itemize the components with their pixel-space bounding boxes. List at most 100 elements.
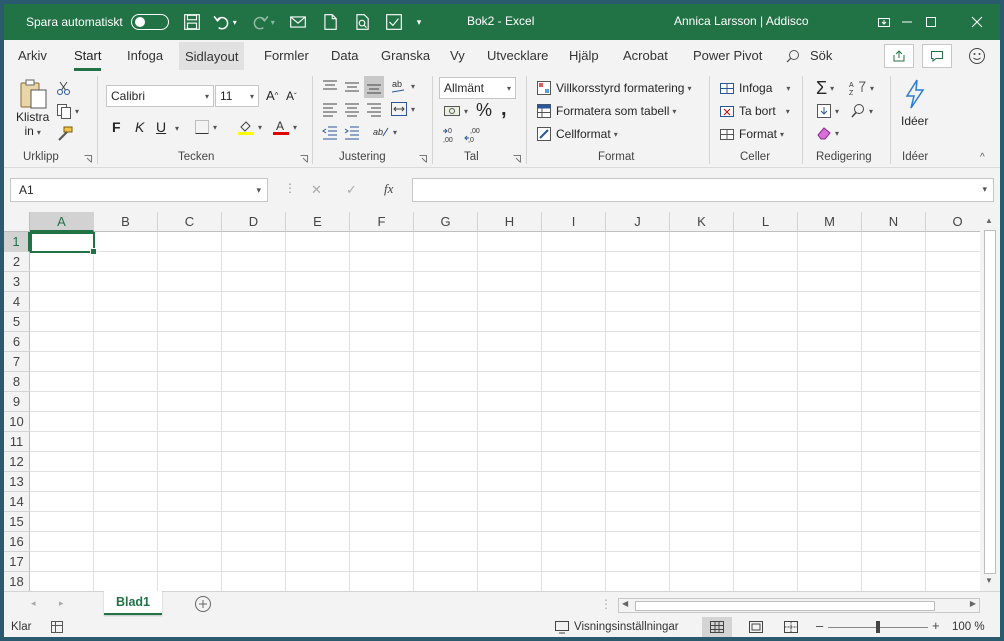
zoom-in-icon[interactable]: +: [932, 618, 940, 633]
column-header[interactable]: M: [798, 212, 862, 232]
scroll-left-icon[interactable]: ◀: [622, 599, 628, 608]
print-preview-icon[interactable]: [353, 13, 371, 31]
column-header[interactable]: A: [30, 212, 94, 232]
autosave-toggle[interactable]: [130, 14, 169, 30]
align-center-icon[interactable]: [344, 103, 360, 117]
feedback-smiley-icon[interactable]: [968, 47, 986, 68]
horizontal-scrollbar[interactable]: ◀ ▶: [618, 598, 980, 613]
scroll-right-icon[interactable]: ▶: [970, 599, 976, 608]
paste-button[interactable]: Klistra in ▾: [16, 78, 49, 138]
fill-icon[interactable]: ▾: [816, 103, 839, 119]
row-header[interactable]: 10: [4, 412, 30, 432]
name-box[interactable]: A1 ▾: [10, 178, 268, 202]
select-all-corner[interactable]: [4, 212, 30, 232]
row-header[interactable]: 8: [4, 372, 30, 392]
row-header[interactable]: 18: [4, 572, 30, 591]
align-right-icon[interactable]: [366, 103, 382, 117]
row-header[interactable]: 2: [4, 252, 30, 272]
sheet-next-icon[interactable]: ▸: [59, 598, 64, 609]
column-header[interactable]: O: [926, 212, 980, 232]
align-middle-icon[interactable]: [344, 80, 360, 94]
row-header[interactable]: 17: [4, 552, 30, 572]
column-header[interactable]: B: [94, 212, 158, 232]
copy-icon[interactable]: ▾: [56, 103, 79, 119]
save-icon[interactable]: [183, 13, 201, 31]
row-header[interactable]: 16: [4, 532, 30, 552]
row-header[interactable]: 5: [4, 312, 30, 332]
increase-font-icon[interactable]: A ^: [266, 88, 278, 103]
row-header[interactable]: 12: [4, 452, 30, 472]
row-header[interactable]: 1: [4, 232, 30, 252]
new-document-icon[interactable]: [321, 13, 339, 31]
insert-function-icon[interactable]: fx: [384, 181, 393, 197]
text-orientation-icon[interactable]: ab ▾: [390, 77, 415, 95]
row-header[interactable]: 15: [4, 512, 30, 532]
wrap-text-icon[interactable]: ab ▾: [372, 124, 397, 140]
increase-indent-icon[interactable]: [344, 126, 360, 140]
tab-split-grip-icon[interactable]: ⋮: [600, 597, 612, 611]
align-left-icon[interactable]: [322, 103, 338, 117]
collapse-ribbon-icon[interactable]: ^: [980, 152, 985, 163]
tab-granska[interactable]: Granska: [381, 48, 430, 63]
enter-icon[interactable]: ✓: [346, 182, 357, 198]
font-name-select[interactable]: Calibri ▾: [106, 85, 214, 107]
spelling-icon[interactable]: [385, 13, 403, 31]
insert-cells-button[interactable]: Infoga ▾: [719, 80, 790, 96]
redo-icon[interactable]: [251, 13, 269, 31]
column-header[interactable]: E: [286, 212, 350, 232]
page-break-view-icon[interactable]: [784, 621, 798, 636]
increase-decimal-icon[interactable]: 0,00: [442, 126, 462, 144]
tab-utvecklare[interactable]: Utvecklare: [487, 48, 548, 63]
clipboard-launcher-icon[interactable]: [84, 155, 92, 163]
accounting-format-icon[interactable]: ▾: [443, 103, 468, 119]
conditional-formatting-button[interactable]: Villkorsstyrd formatering ▾: [536, 80, 692, 96]
column-header[interactable]: K: [670, 212, 734, 232]
merge-center-icon[interactable]: ▾: [390, 101, 415, 117]
decrease-font-icon[interactable]: Aˇ: [286, 89, 297, 103]
zoom-out-icon[interactable]: –: [816, 618, 823, 633]
tab-power-pivot[interactable]: Power Pivot: [693, 48, 762, 63]
cell-mode-icon[interactable]: [50, 620, 64, 637]
column-header[interactable]: F: [350, 212, 414, 232]
underline-dropdown-icon[interactable]: ▾: [175, 124, 179, 133]
row-header[interactable]: 6: [4, 332, 30, 352]
fill-color-icon[interactable]: ▾: [237, 118, 262, 136]
row-header[interactable]: 14: [4, 492, 30, 512]
alignment-launcher-icon[interactable]: [419, 155, 427, 163]
row-header[interactable]: 9: [4, 392, 30, 412]
tab-sidlayout[interactable]: Sidlayout: [179, 42, 245, 70]
row-header[interactable]: 3: [4, 272, 30, 292]
autosum-icon[interactable]: Σ ▾: [816, 78, 834, 99]
tab-data[interactable]: Data: [331, 48, 358, 63]
bold-button[interactable]: F: [112, 119, 121, 135]
column-header[interactable]: C: [158, 212, 222, 232]
horizontal-scroll-thumb[interactable]: [635, 601, 935, 611]
borders-icon[interactable]: ▾: [194, 119, 217, 135]
number-launcher-icon[interactable]: [513, 155, 521, 163]
column-header[interactable]: N: [862, 212, 926, 232]
sheet-tab-blad1[interactable]: Blad1: [104, 591, 162, 615]
decrease-indent-icon[interactable]: [322, 126, 338, 140]
search-box[interactable]: Sök: [786, 48, 832, 63]
vertical-scroll-thumb[interactable]: [984, 230, 996, 574]
close-icon[interactable]: [954, 4, 1000, 40]
add-sheet-icon[interactable]: [194, 595, 212, 616]
share-button[interactable]: [884, 44, 914, 68]
maximize-icon[interactable]: [908, 4, 954, 40]
column-header[interactable]: H: [478, 212, 542, 232]
active-cell[interactable]: [30, 232, 97, 255]
display-settings-button[interactable]: Visningsinställningar: [554, 620, 679, 634]
row-header[interactable]: 7: [4, 352, 30, 372]
formula-input[interactable]: ▾: [412, 178, 994, 202]
column-header[interactable]: G: [414, 212, 478, 232]
normal-view-icon[interactable]: [702, 617, 732, 637]
column-header[interactable]: D: [222, 212, 286, 232]
underline-button[interactable]: U: [156, 119, 166, 135]
tab-formler[interactable]: Formler: [264, 48, 309, 63]
comma-style-icon[interactable]: ,: [501, 98, 507, 121]
row-header[interactable]: 13: [4, 472, 30, 492]
scroll-up-icon[interactable]: ▲: [985, 216, 993, 225]
tab-arkiv[interactable]: Arkiv: [18, 48, 47, 63]
cell-styles-button[interactable]: Cellformat ▾: [536, 126, 618, 142]
decrease-decimal-icon[interactable]: ,00,0: [464, 126, 484, 144]
